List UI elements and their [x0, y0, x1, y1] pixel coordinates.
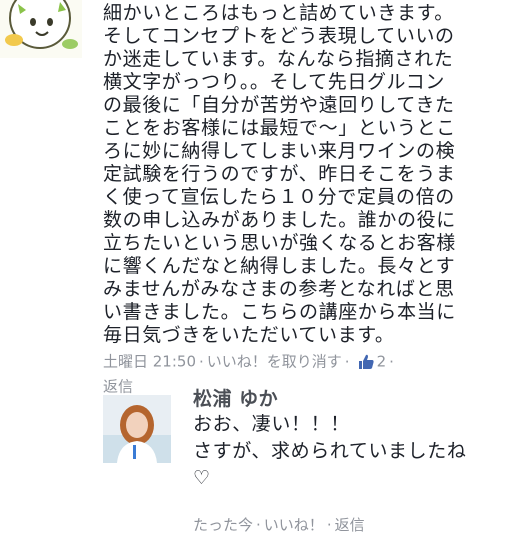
comment-line: みませんがみなさまの参考となればと思 [103, 278, 455, 300]
reply-line: おお、凄い！！！ [193, 413, 350, 435]
like-link[interactable]: いいね！ [264, 516, 324, 534]
comment-line: に響くんだなと納得しました。長々とす [103, 255, 456, 277]
profile-photo-icon [103, 395, 171, 463]
reply-body: おお、凄い！！！ さすが、求められていましたね ♡ [193, 411, 503, 492]
reply-timestamp[interactable]: たった今 [193, 516, 253, 534]
thumbs-up-icon[interactable] [357, 353, 375, 371]
unlike-link[interactable]: いいね！を取り消す [207, 353, 342, 371]
comment-line: 数の申し込みがありました。誰かの役に [103, 209, 456, 231]
comment-line: 立ちたいという思いが強くなるとお客様 [103, 232, 456, 254]
comment-line: の最後に「自分が苦労や遠回りしてきた [103, 94, 455, 116]
comment-line: 毎日気づきをいただいています。 [103, 324, 395, 346]
separator: · [344, 352, 350, 371]
comment-body: 細かいところはもっと詰めていきます。 そしてコンセプトをどう表現していいの か迷… [103, 2, 503, 347]
comment-line: 定試験を行うのですが、昨日そこをうま [103, 163, 456, 185]
separator: · [326, 516, 332, 534]
comment-line: ろに妙に納得してしまい来月ワインの検 [103, 140, 456, 162]
commenter-avatar[interactable] [0, 0, 82, 58]
comment-line: ことをお客様には最短で〜」というとこ [103, 117, 456, 139]
comment-line: 横文字がっつり。。そして先日グルコン [103, 71, 445, 93]
cartoon-avatar-icon [0, 0, 82, 58]
like-count[interactable]: 2 [377, 353, 387, 371]
reply-author-name[interactable]: 松浦 ゆか [193, 384, 278, 411]
separator: · [389, 352, 394, 371]
reply-author-avatar[interactable] [103, 395, 171, 463]
separator: · [199, 352, 204, 371]
comment-timestamp[interactable]: 土曜日 21:50 [103, 353, 196, 371]
comment-line: い書きました。こちらの講座から本当に [103, 301, 456, 323]
reply-comment: 松浦 ゆか おお、凄い！！！ さすが、求められていましたね ♡ たった今 · いいね… [103, 382, 511, 540]
heart-icon: ♡ [193, 467, 211, 489]
reply-link[interactable]: 返信 [335, 516, 365, 534]
separator: · [256, 516, 261, 534]
comment-thread: 細かいところはもっと詰めていきます。 そしてコンセプトをどう表現していいの か迷… [0, 0, 511, 540]
reply-meta: たった今 · いいね！ · 返信 [193, 514, 365, 535]
comment-line: か迷走しています。なんなら指摘された [103, 48, 454, 70]
comment-line: 細かいところはもっと詰めていきます。 [103, 2, 454, 24]
reply-line: さすが、求められていましたね [193, 440, 467, 462]
comment-line: そしてコンセプトをどう表現していいの [103, 25, 455, 47]
comment-line: く使って宣伝したら１０分で定員の倍の [103, 186, 455, 208]
